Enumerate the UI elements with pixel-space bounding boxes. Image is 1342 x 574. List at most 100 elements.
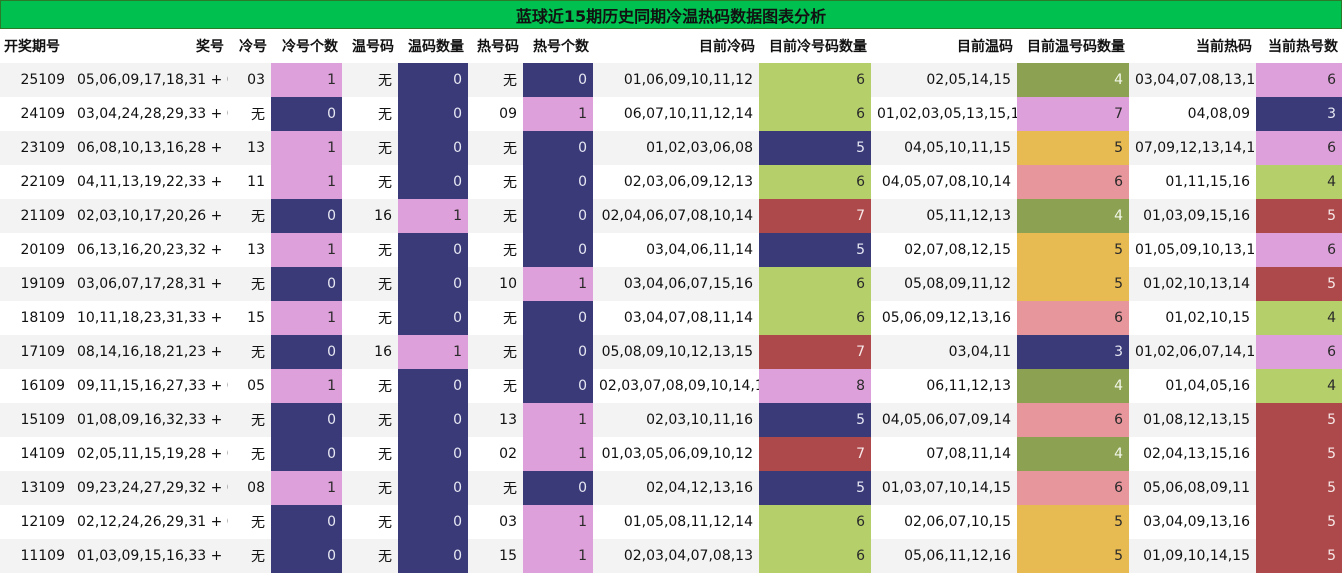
table-cell: 无 xyxy=(228,505,271,539)
table-cell: 03,04,07,08,13,16 xyxy=(1129,63,1256,97)
column-header: 温码数量 xyxy=(398,29,468,63)
table-cell: 无 xyxy=(342,301,398,335)
table-cell: 03,06,07,17,28,31 + 10 xyxy=(71,267,228,301)
column-header: 奖号 xyxy=(71,29,228,63)
table-cell: 09,11,15,16,27,33 + 05 xyxy=(71,369,228,403)
table-cell: 0 xyxy=(271,97,342,131)
table-cell: 02,04,13,15,16 xyxy=(1129,437,1256,471)
table-cell: 无 xyxy=(228,403,271,437)
table-cell: 8 xyxy=(759,369,871,403)
table-cell: 5 xyxy=(759,131,871,165)
table-cell: 09 xyxy=(468,97,523,131)
table-cell: 0 xyxy=(271,335,342,369)
table-cell: 01,09,10,14,15 xyxy=(1129,539,1256,573)
table-cell: 无 xyxy=(342,505,398,539)
table-cell: 01,04,05,16 xyxy=(1129,369,1256,403)
table-cell: 0 xyxy=(398,301,468,335)
column-header: 热号个数 xyxy=(523,29,593,63)
table-cell: 03,04,11 xyxy=(871,335,1017,369)
table-row: 16109 09,11,15,16,27,33 + 05 05 1 无 0 无 0 02,03,… xyxy=(0,369,1342,403)
table-row: 15109 01,08,09,16,32,33 + 13 无 0 无 0 13 1 02,03,… xyxy=(0,403,1342,437)
table-cell: 02,12,24,26,29,31 + 03 xyxy=(71,505,228,539)
table-cell: 4 xyxy=(1017,369,1129,403)
table-cell: 01,08,09,16,32,33 + 13 xyxy=(71,403,228,437)
table-cell: 13 xyxy=(228,233,271,267)
table-cell: 1 xyxy=(523,539,593,573)
table-cell: 01,02,10,15 xyxy=(1129,301,1256,335)
table-cell: 12109 xyxy=(0,505,71,539)
table-cell: 0 xyxy=(271,199,342,233)
table-cell: 3 xyxy=(1256,97,1342,131)
table-cell: 02,03,06,09,12,13 xyxy=(593,165,759,199)
table-cell: 6 xyxy=(1256,335,1342,369)
table-cell: 11 xyxy=(228,165,271,199)
table-cell: 22109 xyxy=(0,165,71,199)
table-cell: 01,03,09,15,16,33 + 15 xyxy=(71,539,228,573)
table-cell: 6 xyxy=(1256,63,1342,97)
table-cell: 01,02,03,06,08 xyxy=(593,131,759,165)
table-cell: 04,11,13,19,22,33 + 11 xyxy=(71,165,228,199)
table-cell: 01,02,06,07,14,16 xyxy=(1129,335,1256,369)
table-cell: 0 xyxy=(398,437,468,471)
table-cell: 1 xyxy=(271,369,342,403)
table-cell: 04,08,09 xyxy=(1129,97,1256,131)
table-cell: 4 xyxy=(1256,165,1342,199)
table-cell: 无 xyxy=(228,539,271,573)
table-row: 12109 02,12,24,26,29,31 + 03 无 0 无 0 03 1 01,05,… xyxy=(0,505,1342,539)
table-cell: 03,04,07,08,11,14 xyxy=(593,301,759,335)
table-cell: 6 xyxy=(1256,131,1342,165)
table-cell: 03,04,24,28,29,33 + 09 xyxy=(71,97,228,131)
table-cell: 6 xyxy=(759,539,871,573)
table-cell: 5 xyxy=(1017,131,1129,165)
table-cell: 16 xyxy=(342,199,398,233)
table-cell: 无 xyxy=(468,369,523,403)
table-cell: 04,05,07,08,10,14 xyxy=(871,165,1017,199)
table-cell: 6 xyxy=(1017,471,1129,505)
table-cell: 06,11,12,13 xyxy=(871,369,1017,403)
table-cell: 15 xyxy=(228,301,271,335)
table-cell: 01,08,12,13,15 xyxy=(1129,403,1256,437)
table-row: 21109 02,03,10,17,20,26 + 16 无 0 16 1 无 0 02,04,… xyxy=(0,199,1342,233)
table-row: 25109 05,06,09,17,18,31 + 03 03 1 无 0 无 0 01,06,… xyxy=(0,63,1342,97)
table-cell: 无 xyxy=(342,97,398,131)
table-cell: 无 xyxy=(342,267,398,301)
table-cell: 无 xyxy=(228,335,271,369)
table-cell: 无 xyxy=(468,335,523,369)
table-cell: 6 xyxy=(759,505,871,539)
table-cell: 无 xyxy=(228,437,271,471)
table-cell: 1 xyxy=(271,471,342,505)
table-cell: 无 xyxy=(468,165,523,199)
table-cell: 无 xyxy=(468,63,523,97)
table-cell: 01,06,09,10,11,12 xyxy=(593,63,759,97)
column-header: 目前冷码 xyxy=(593,29,759,63)
table-cell: 05,06,08,09,11 xyxy=(1129,471,1256,505)
table-cell: 02,04,12,13,16 xyxy=(593,471,759,505)
table-cell: 05,11,12,13 xyxy=(871,199,1017,233)
table-cell: 0 xyxy=(398,369,468,403)
table-cell: 无 xyxy=(342,63,398,97)
table-cell: 02,03,04,07,08,13 xyxy=(593,539,759,573)
table-cell: 无 xyxy=(468,131,523,165)
table-cell: 01,03,09,15,16 xyxy=(1129,199,1256,233)
table-cell: 03 xyxy=(228,63,271,97)
table-row: 18109 10,11,18,23,31,33 + 15 15 1 无 0 无 0 03,04,… xyxy=(0,301,1342,335)
table-cell: 0 xyxy=(523,165,593,199)
table-cell: 5 xyxy=(1256,437,1342,471)
table-cell: 02,03,07,08,09,10,14,15 xyxy=(593,369,759,403)
table-cell: 无 xyxy=(342,403,398,437)
table-cell: 无 xyxy=(468,199,523,233)
table-cell: 02,06,07,10,15 xyxy=(871,505,1017,539)
table-cell: 6 xyxy=(759,97,871,131)
table-cell: 0 xyxy=(398,505,468,539)
table-cell: 5 xyxy=(759,233,871,267)
table-cell: 0 xyxy=(271,437,342,471)
table-cell: 6 xyxy=(1017,301,1129,335)
table-cell: 0 xyxy=(523,471,593,505)
table-cell: 17109 xyxy=(0,335,71,369)
table-cell: 01,05,09,10,13,16 xyxy=(1129,233,1256,267)
table-cell: 6 xyxy=(1017,403,1129,437)
table-cell: 4 xyxy=(1017,199,1129,233)
table-row: 19109 03,06,07,17,28,31 + 10 无 0 无 0 10 1 03,04,… xyxy=(0,267,1342,301)
table-cell: 6 xyxy=(759,267,871,301)
table-cell: 02,05,14,15 xyxy=(871,63,1017,97)
